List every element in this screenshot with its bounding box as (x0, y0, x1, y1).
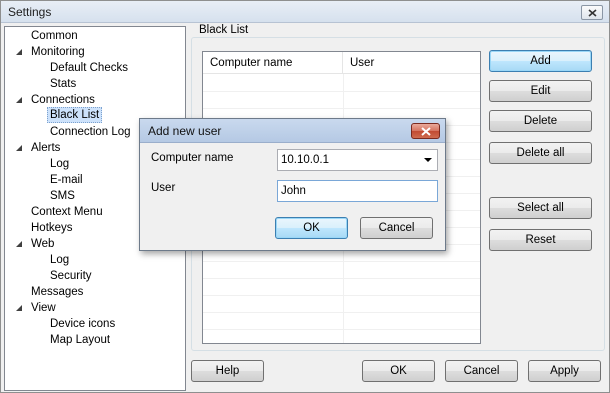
tree-expanded-arrow-icon[interactable] (14, 300, 24, 316)
close-icon (587, 8, 597, 17)
delete-button[interactable]: Delete (489, 110, 592, 132)
add-button[interactable]: Add (489, 50, 592, 72)
user-label: User (151, 182, 176, 194)
tree-item-alerts[interactable]: Alerts (29, 140, 62, 156)
tree-item-alerts-log[interactable]: Log (48, 156, 71, 172)
ok-button[interactable]: OK (362, 360, 435, 382)
tree-item-device-icons[interactable]: Device icons (48, 316, 117, 332)
tree-item-map-layout[interactable]: Map Layout (48, 332, 112, 348)
window-close-button[interactable] (581, 5, 603, 20)
edit-button[interactable]: Edit (489, 80, 592, 102)
black-list-group-label: Black List (197, 24, 251, 36)
tree-item-default-checks[interactable]: Default Checks (48, 60, 130, 76)
computer-name-combobox[interactable]: 10.10.0.1 (277, 149, 438, 171)
cancel-button[interactable]: Cancel (445, 360, 518, 382)
row-divider (203, 295, 480, 296)
row-divider (203, 261, 480, 262)
title-bar: Settings (1, 1, 609, 23)
tree-item-context-menu[interactable]: Context Menu (29, 204, 105, 220)
tree-item-web[interactable]: Web (29, 236, 56, 252)
tree-item-email[interactable]: E-mail (48, 172, 85, 188)
row-divider (203, 329, 480, 330)
select-all-button[interactable]: Select all (489, 197, 592, 219)
row-divider (203, 108, 480, 109)
apply-button[interactable]: Apply (528, 360, 601, 382)
tree-item-view[interactable]: View (29, 300, 58, 316)
close-icon (420, 126, 431, 136)
computer-name-value: 10.10.0.1 (281, 154, 329, 166)
tree-item-sms[interactable]: SMS (48, 188, 77, 204)
tree-expanded-arrow-icon[interactable] (14, 92, 24, 108)
help-button[interactable]: Help (191, 360, 264, 382)
user-input[interactable]: John (277, 180, 438, 202)
tree-item-connection-log[interactable]: Connection Log (48, 124, 133, 140)
dialog-title-bar: Add new user (140, 119, 445, 143)
add-new-user-dialog: Add new user Computer name 10.10.0.1 Use… (139, 118, 446, 251)
dialog-close-button[interactable] (411, 123, 440, 139)
tree-item-messages[interactable]: Messages (29, 284, 85, 300)
dialog-title: Add new user (148, 124, 222, 138)
tree-item-connections[interactable]: Connections (29, 92, 97, 108)
tree-item-security[interactable]: Security (48, 268, 94, 284)
delete-all-button[interactable]: Delete all (489, 142, 592, 164)
row-divider (203, 278, 480, 279)
computer-name-label: Computer name (151, 152, 234, 164)
tree-item-common[interactable]: Common (29, 28, 80, 44)
tree-item-stats[interactable]: Stats (48, 76, 78, 92)
tree-item-black-list[interactable]: Black List (47, 107, 103, 123)
row-divider (203, 91, 480, 92)
tree-item-hotkeys[interactable]: Hotkeys (29, 220, 75, 236)
column-header-computer-name[interactable]: Computer name (203, 52, 343, 74)
tree-expanded-arrow-icon[interactable] (14, 140, 24, 156)
tree-expanded-arrow-icon[interactable] (14, 44, 24, 60)
table-header: Computer name User (203, 52, 480, 74)
reset-button[interactable]: Reset (489, 229, 592, 251)
tree-item-web-log[interactable]: Log (48, 252, 71, 268)
window-title: Settings (8, 5, 52, 19)
tree-expanded-arrow-icon[interactable] (14, 236, 24, 252)
tree-item-monitoring[interactable]: Monitoring (29, 44, 87, 60)
dialog-cancel-button[interactable]: Cancel (360, 217, 433, 239)
dropdown-arrow-icon[interactable] (421, 152, 435, 168)
dialog-ok-button[interactable]: OK (275, 217, 348, 239)
row-divider (203, 312, 480, 313)
column-header-user[interactable]: User (343, 52, 480, 74)
settings-window: Settings Common Monitoring Default Check… (0, 0, 610, 393)
